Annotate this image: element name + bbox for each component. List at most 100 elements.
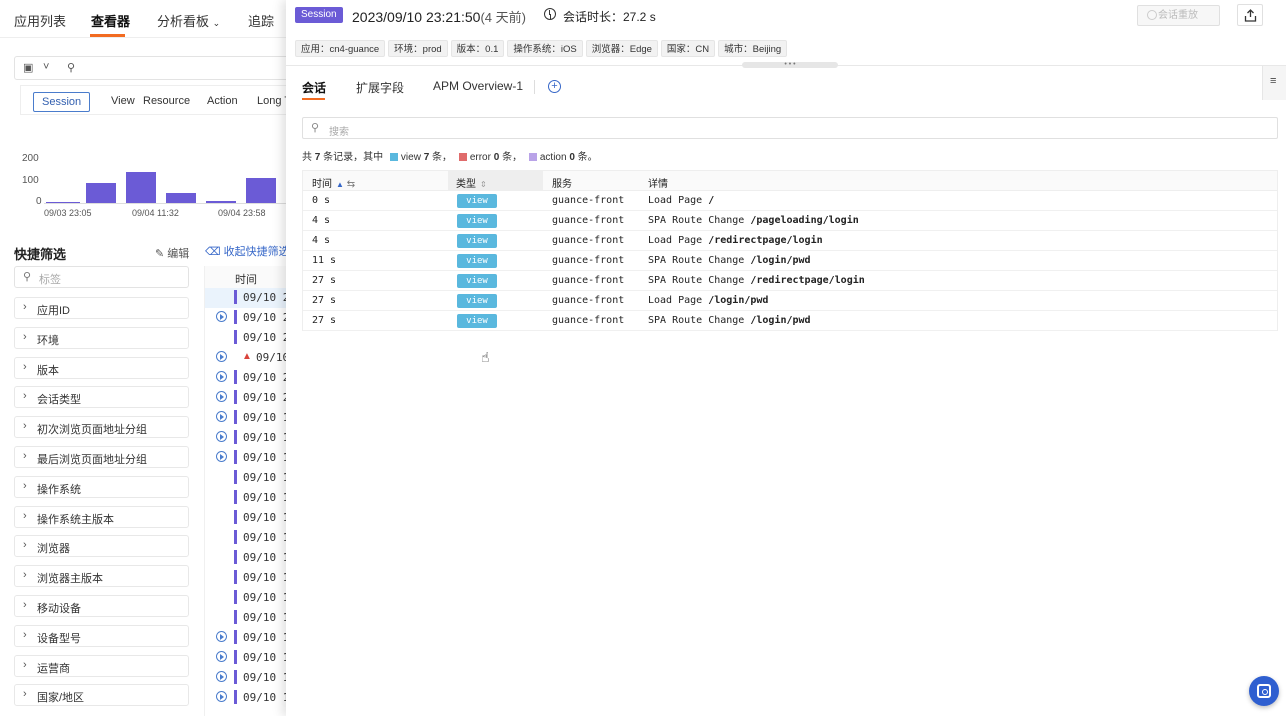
collapse-quick-filter-button[interactable]: ⌫ 收起快捷筛选 bbox=[205, 243, 290, 259]
screenshot-float-button[interactable] bbox=[1249, 676, 1279, 706]
chevron-down-icon[interactable]: ˅ bbox=[43, 61, 49, 73]
session-type-marker bbox=[234, 630, 237, 644]
tab-action[interactable]: Action bbox=[199, 92, 246, 112]
list-item[interactable]: 09/10 23 bbox=[205, 288, 296, 308]
list-item[interactable]: 09/10 17 bbox=[205, 628, 296, 648]
facet-item[interactable]: › 浏览器 bbox=[14, 535, 189, 558]
chevron-right-icon: › bbox=[23, 330, 27, 343]
facet-item[interactable]: › 环境 bbox=[14, 326, 189, 349]
list-item[interactable]: 09/10 17 bbox=[205, 528, 296, 548]
list-item[interactable]: 09/10 21 bbox=[205, 328, 296, 348]
y-tick-label: 200 bbox=[22, 153, 39, 164]
nav-app-list[interactable]: 应用列表 bbox=[14, 11, 66, 30]
table-row[interactable]: 4 s view guance-front SPA Route Change /pag… bbox=[303, 211, 1277, 231]
session-tag-chip[interactable]: 版本：0.1 bbox=[450, 40, 505, 57]
facet-item[interactable]: › 会话类型 bbox=[14, 386, 189, 409]
facet-item[interactable]: › 应用ID bbox=[14, 297, 189, 319]
facet-item[interactable]: › 最后浏览页面地址分组 bbox=[14, 446, 189, 468]
replay-icon[interactable] bbox=[216, 391, 227, 402]
list-item[interactable]: 09/10 17 bbox=[205, 468, 296, 488]
column-header-service[interactable]: 服务 bbox=[552, 175, 572, 190]
side-collapse-button[interactable]: ≡ bbox=[1262, 66, 1286, 100]
sort-icon[interactable]: ⇕ bbox=[480, 180, 487, 189]
replay-icon[interactable] bbox=[216, 691, 227, 702]
replay-icon[interactable] bbox=[216, 371, 227, 382]
table-row[interactable]: 27 s view guance-front SPA Route Change /lo… bbox=[303, 311, 1277, 331]
table-row[interactable]: 11 s view guance-front SPA Route Change /lo… bbox=[303, 251, 1277, 271]
column-header-detail[interactable]: 详情 bbox=[648, 175, 668, 190]
column-header-time[interactable]: 时间 bbox=[205, 266, 291, 288]
facet-item[interactable]: › 设备型号 bbox=[14, 624, 189, 647]
replay-icon[interactable] bbox=[216, 631, 227, 642]
table-row[interactable]: 27 s view guance-front SPA Route Change /re… bbox=[303, 271, 1277, 291]
list-item[interactable]: 09/10 19 bbox=[205, 408, 296, 428]
session-tag-chip[interactable]: 环境：prod bbox=[388, 40, 448, 57]
table-row[interactable]: 0 s view guance-front Load Page / bbox=[303, 191, 1277, 211]
facet-item[interactable]: › 版本 bbox=[14, 356, 189, 379]
session-type-marker bbox=[234, 530, 237, 544]
replay-icon[interactable] bbox=[216, 431, 227, 442]
switch-icon[interactable]: ⇆ bbox=[347, 179, 355, 190]
list-item[interactable]: ▲ 09/10 bbox=[205, 348, 291, 368]
top-navigation: 应用列表 查看器 分析看板 ⌄ 追踪 bbox=[0, 0, 290, 38]
session-type-marker bbox=[234, 330, 237, 344]
replay-icon[interactable] bbox=[216, 671, 227, 682]
list-item[interactable]: 09/10 21 bbox=[205, 368, 296, 388]
facet-item[interactable]: › 运营商 bbox=[14, 654, 189, 677]
replay-icon[interactable] bbox=[216, 311, 227, 322]
replay-icon[interactable] bbox=[216, 351, 227, 362]
explorer-search-bar[interactable]: ▣ ˅ ⚲ bbox=[14, 56, 290, 80]
replay-icon[interactable] bbox=[216, 411, 227, 422]
tab-session[interactable]: Session bbox=[33, 92, 91, 112]
list-item[interactable]: 09/10 17 bbox=[205, 568, 296, 588]
add-tab-icon[interactable]: + bbox=[548, 80, 561, 93]
facet-item[interactable]: › 操作系统主版本 bbox=[14, 505, 189, 528]
tab-apm-overview[interactable]: APM Overview-1 bbox=[433, 79, 523, 93]
capture-icon bbox=[1257, 684, 1271, 698]
facet-item[interactable]: › 移动设备 bbox=[14, 595, 189, 617]
tag-search-input[interactable]: ⚲ 标签 bbox=[14, 266, 189, 288]
session-tag-chip[interactable]: 国家：CN bbox=[660, 40, 716, 57]
table-row[interactable]: 27 s view guance-front Load Page /login/pwd bbox=[303, 291, 1277, 311]
session-tag-chip[interactable]: 应用：cn4-guance bbox=[295, 40, 386, 57]
export-button[interactable] bbox=[1237, 4, 1263, 26]
list-item[interactable]: 09/10 20 bbox=[205, 388, 296, 408]
list-item[interactable]: 09/10 22 bbox=[205, 308, 296, 328]
replay-icon[interactable] bbox=[216, 451, 227, 462]
resize-handle[interactable]: • • • bbox=[742, 61, 838, 68]
facet-item[interactable]: › 浏览器主版本 bbox=[14, 565, 189, 588]
list-item[interactable]: 09/10 17 bbox=[205, 488, 296, 508]
session-tags: 应用：cn4-guance 环境：prod 版本：0.1 操作系统：iOS 浏览器：Ed… bbox=[295, 40, 790, 57]
record-search-input[interactable]: ⚲ 搜索 bbox=[302, 117, 1278, 139]
column-header-time[interactable]: 时间 ▲ ⇆ bbox=[312, 175, 355, 190]
quick-filter-edit-button[interactable]: ✎ 编辑 bbox=[155, 245, 189, 261]
session-tag-chip[interactable]: 浏览器：Edge bbox=[585, 40, 658, 57]
nav-trace[interactable]: 追踪 bbox=[248, 11, 274, 30]
list-item[interactable]: 09/10 18 bbox=[205, 448, 296, 468]
session-tag-chip[interactable]: 城市：Beijing bbox=[718, 40, 788, 57]
session-replay-button[interactable]: 会话重放 bbox=[1137, 5, 1220, 26]
list-item[interactable]: 09/10 17 bbox=[205, 548, 296, 568]
list-item[interactable]: 09/10 17 bbox=[205, 588, 296, 608]
list-item[interactable]: 09/10 15 bbox=[205, 688, 296, 708]
facet-item[interactable]: › 国家/地区 bbox=[14, 684, 189, 707]
tab-resource[interactable]: Resource bbox=[135, 92, 198, 112]
tab-session-detail[interactable]: 会话 bbox=[302, 79, 326, 96]
list-item[interactable]: 09/10 16 bbox=[205, 648, 296, 668]
list-item[interactable]: 09/10 17 bbox=[205, 608, 296, 628]
list-item[interactable]: 09/10 19 bbox=[205, 428, 296, 448]
nav-dashboard[interactable]: 分析看板 ⌄ bbox=[157, 11, 220, 30]
list-item[interactable]: 09/10 17 bbox=[205, 508, 296, 528]
sort-icon[interactable]: ▲ bbox=[336, 180, 344, 189]
source-selector-icon[interactable]: ▣ bbox=[23, 61, 33, 74]
facet-item[interactable]: › 操作系统 bbox=[14, 475, 189, 498]
replay-icon[interactable] bbox=[216, 651, 227, 662]
tab-extended-fields[interactable]: 扩展字段 bbox=[356, 79, 404, 96]
nav-explorer[interactable]: 查看器 bbox=[91, 11, 130, 30]
facet-item[interactable]: › 初次浏览页面地址分组 bbox=[14, 416, 189, 439]
list-item[interactable]: 09/10 15 bbox=[205, 668, 296, 688]
session-tag-chip[interactable]: 操作系统：iOS bbox=[507, 40, 583, 57]
column-header-type[interactable]: 类型 ⇕ bbox=[456, 175, 487, 190]
table-row[interactable]: 4 s view guance-front Load Page /redirectpa… bbox=[303, 231, 1277, 251]
search-placeholder: 搜索 bbox=[329, 127, 349, 138]
